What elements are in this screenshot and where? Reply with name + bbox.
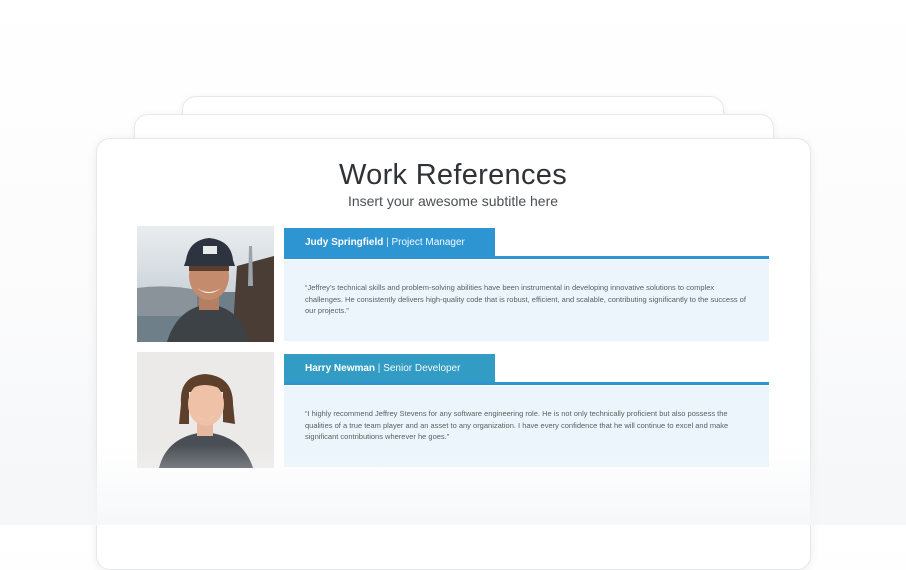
page-title: Work References bbox=[339, 159, 567, 191]
reference-quote-2: “I highly recommend Jeffrey Stevens for … bbox=[305, 409, 729, 441]
reference-quote-1: “Jeffrey’s technical skills and problem-… bbox=[305, 283, 746, 315]
reference-divider-1 bbox=[284, 256, 769, 259]
page-subtitle: Insert your awesome subtitle here bbox=[347, 193, 559, 209]
reference-separator-1: | bbox=[383, 237, 392, 248]
reference-header-1: Judy Springfield | Project Manager bbox=[284, 228, 495, 258]
reference-role-1: Project Manager bbox=[391, 237, 465, 248]
reference-separator-2: | bbox=[375, 363, 384, 374]
reference-photo-1 bbox=[137, 226, 274, 342]
reference-name-2: Harry Newman bbox=[305, 363, 376, 374]
reference-name-1: Judy Springfield bbox=[305, 237, 384, 248]
reference-header-2: Harry Newman | Senior Developer bbox=[284, 354, 495, 384]
reference-role-2: Senior Developer bbox=[383, 363, 461, 374]
reference-divider-2 bbox=[284, 382, 769, 385]
reference-quote-box-1: “Jeffrey’s technical skills and problem-… bbox=[284, 260, 769, 341]
reference-quote-box-2: “I highly recommend Jeffrey Stevens for … bbox=[284, 386, 769, 467]
reference-photo-2 bbox=[137, 352, 274, 468]
